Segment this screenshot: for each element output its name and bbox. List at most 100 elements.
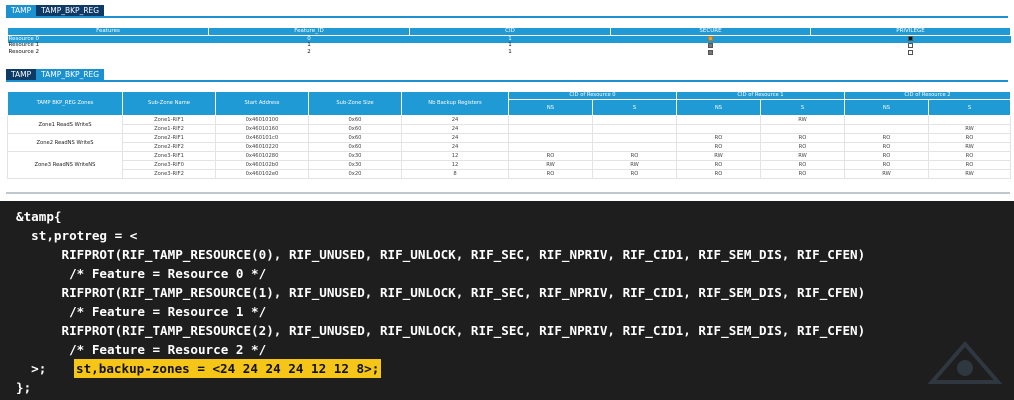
resource-secure-cell	[611, 42, 811, 50]
start-address-cell: 0x460102b0	[215, 160, 309, 170]
tab-tamp-bkp-reg[interactable]: TAMP_BKP_REG	[36, 5, 105, 16]
cid-access-cell[interactable]: RO	[676, 142, 761, 152]
cid-access-cell[interactable]	[508, 115, 593, 125]
secure-checkbox[interactable]	[708, 36, 713, 41]
header-start-address[interactable]: Start Address	[215, 91, 309, 116]
cid-access-cell[interactable]: RO	[844, 160, 929, 170]
cid-access-cell[interactable]: RO	[592, 169, 677, 179]
subzone-size-cell: 0x60	[308, 133, 402, 143]
cid-access-cell[interactable]: RO	[844, 151, 929, 161]
header-cid-resource-0[interactable]: CID of Resource 0	[508, 91, 677, 100]
privilege-checkbox[interactable]	[908, 42, 913, 48]
header-ns-0[interactable]: NS	[508, 99, 593, 116]
resources-header-row: Features Feature_ID CID SECURE PRIVILEGE	[7, 27, 1011, 36]
cid-access-cell[interactable]: RO	[760, 160, 845, 170]
cid-access-cell[interactable]	[592, 142, 677, 152]
code-line: >;	[16, 361, 62, 376]
cid-access-cell[interactable]	[508, 124, 593, 134]
cid-access-cell[interactable]: RO	[760, 142, 845, 152]
cid-access-cell[interactable]: RO	[676, 169, 761, 179]
header-cid-resource-2[interactable]: CID of Resource 2	[844, 91, 1011, 100]
bkp-tab-underline	[6, 80, 1008, 82]
header-cid-resource-1[interactable]: CID of Resource 1	[676, 91, 845, 100]
header-subzone-size[interactable]: Sub-Zone Size	[308, 91, 402, 116]
subzone-row[interactable]: Zone2-RIF2 0x46010220 0x60 24 RO RO RO RW	[8, 142, 1011, 152]
subzone-row[interactable]: Zone3 ReadNS WriteNS Zone3-RIF1 0x46010280…	[7, 151, 1011, 179]
cid-access-cell[interactable]: RO	[760, 133, 845, 143]
privilege-checkbox[interactable]	[908, 36, 913, 41]
cid-access-cell[interactable]: RO	[592, 151, 677, 161]
cid-access-cell[interactable]: RW	[592, 160, 677, 170]
header-zones[interactable]: TAMP BKP_REG Zones	[7, 91, 123, 116]
bkp-tab-bar: TAMP TAMP_BKP_REG	[6, 69, 105, 80]
cid-access-cell[interactable]: RO	[676, 133, 761, 143]
cid-access-cell[interactable]: RW	[928, 142, 1011, 152]
nb-registers-cell: 8	[401, 169, 509, 179]
cid-access-cell[interactable]: RO	[760, 169, 845, 179]
privilege-checkbox[interactable]	[908, 49, 913, 55]
cid-access-cell[interactable]	[844, 115, 929, 125]
resource-row[interactable]: Resource 2 2 1	[8, 49, 1011, 57]
cid-access-cell[interactable]: RW	[928, 169, 1011, 179]
cid-access-cell[interactable]	[760, 124, 845, 134]
code-line: };	[16, 380, 32, 395]
tab-tamp[interactable]: TAMP	[6, 5, 37, 16]
secure-checkbox[interactable]	[708, 42, 713, 48]
header-nb-backup-registers[interactable]: Nb Backup Registers	[401, 91, 509, 116]
watermark-logo-icon	[927, 340, 1003, 384]
header-feature-id[interactable]: Feature_ID	[208, 27, 410, 36]
cid-access-cell[interactable]: RO	[676, 160, 761, 170]
subzone-row[interactable]: Zone1-RIF2 0x46010160 0x60 24 RW	[8, 124, 1011, 134]
header-s-0[interactable]: S	[592, 99, 677, 116]
cid-access-cell[interactable]: RO	[844, 142, 929, 152]
subzone-name-cell: Zone2-RIF2	[122, 142, 216, 152]
header-s-2[interactable]: S	[928, 99, 1011, 116]
nb-registers-cell: 24	[401, 124, 509, 134]
cid-access-cell[interactable]	[508, 142, 593, 152]
cid-access-cell[interactable]	[592, 115, 677, 125]
subzone-row[interactable]: Zone3-RIF2 0x460102e0 0x20 8 RO RO RO RO RW RW	[8, 169, 1011, 179]
cid-access-cell[interactable]	[928, 115, 1011, 125]
cid-access-cell[interactable]: RW	[760, 151, 845, 161]
start-address-cell: 0x46010100	[215, 115, 309, 125]
cid-access-cell[interactable]	[592, 124, 677, 134]
header-secure[interactable]: SECURE	[610, 27, 811, 36]
header-s-1[interactable]: S	[760, 99, 845, 116]
header-features[interactable]: Features	[7, 27, 209, 36]
subzone-row[interactable]: Zone1 ReadS WriteS Zone1-RIF1 0x46010100 0x…	[7, 115, 1011, 134]
cid-access-cell[interactable]: RW	[760, 115, 845, 125]
cid-access-cell[interactable]	[592, 133, 677, 143]
secure-checkbox[interactable]	[708, 49, 713, 55]
tab-tamp-bkp-reg-2[interactable]: TAMP_BKP_REG	[36, 69, 105, 80]
cid-access-cell[interactable]: RO	[928, 133, 1011, 143]
subzone-size-cell: 0x20	[308, 169, 402, 179]
cid-access-cell[interactable]	[508, 133, 593, 143]
resource-cid-cell: 1	[508, 49, 512, 56]
header-ns-2[interactable]: NS	[844, 99, 929, 116]
cid-access-cell[interactable]: RO	[928, 160, 1011, 170]
header-subzone-name[interactable]: Sub-Zone Name	[122, 91, 216, 116]
cid-access-cell[interactable]: RO	[508, 151, 593, 161]
cid-access-cell[interactable]: RW	[676, 151, 761, 161]
cid-access-cell[interactable]: RO	[928, 151, 1011, 161]
subzone-row[interactable]: Zone3-RIF0 0x460102b0 0x30 12 RW RW RO RO RO RO	[8, 160, 1011, 170]
tab-underline	[6, 16, 1008, 18]
header-ns-1[interactable]: NS	[676, 99, 761, 116]
cid-access-cell[interactable]	[676, 124, 761, 134]
tab-tamp-2[interactable]: TAMP	[6, 69, 37, 80]
cid-access-cell[interactable]: RO	[508, 169, 593, 179]
cid-access-cell[interactable]: RW	[844, 169, 929, 179]
nb-registers-cell: 24	[401, 142, 509, 152]
code-line: st,protreg = <	[16, 228, 138, 243]
header-privilege[interactable]: PRIVILEGE	[810, 27, 1011, 36]
subzone-name-cell: Zone1-RIF2	[122, 124, 216, 134]
cid-access-cell[interactable]: RO	[844, 133, 929, 143]
cid-access-cell[interactable]: RW	[508, 160, 593, 170]
cid-access-cell[interactable]	[844, 124, 929, 134]
backup-zones-table: TAMP BKP_REG Zones Sub-Zone Name Start A…	[7, 91, 1011, 179]
header-cid[interactable]: CID	[409, 27, 611, 36]
cid-access-cell[interactable]: RW	[928, 124, 1011, 134]
resources-table: Features Feature_ID CID SECURE PRIVILEGE…	[7, 27, 1011, 56]
cid-access-cell[interactable]	[676, 115, 761, 125]
subzone-row[interactable]: Zone2 ReadNS WriteS Zone2-RIF1 0x460101c0 0…	[7, 133, 1011, 152]
